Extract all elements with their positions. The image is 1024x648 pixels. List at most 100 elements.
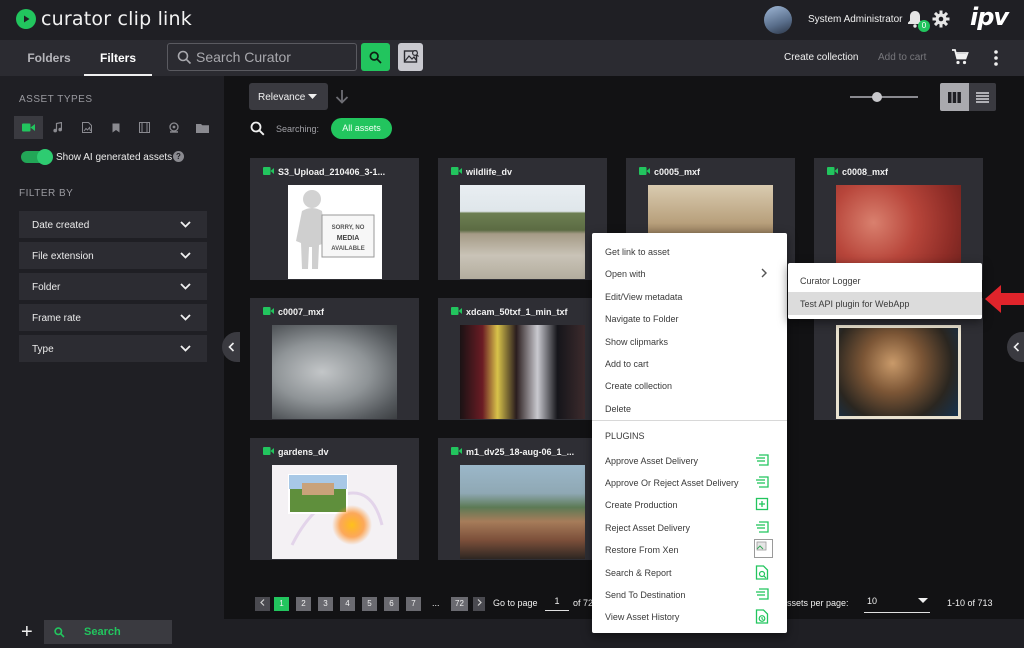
asset-card[interactable]: m1_dv25_18-aug-06_1_... xyxy=(438,438,607,560)
go-to-page-label: Go to page xyxy=(493,598,538,608)
filter-label: File extension xyxy=(32,251,94,262)
plugin-restore-from-xen[interactable]: Restore From Xen xyxy=(605,545,679,555)
filter-frame-rate[interactable]: Frame rate xyxy=(19,304,207,332)
add-to-cart-button[interactable]: Add to cart xyxy=(878,40,926,76)
image-icon[interactable] xyxy=(72,116,101,139)
plugin-approve-asset-delivery[interactable]: Approve Asset Delivery xyxy=(605,456,698,466)
gear-icon[interactable] xyxy=(932,10,950,28)
menu-item-delete[interactable]: Delete xyxy=(605,404,631,414)
video-icon xyxy=(639,167,650,175)
asset-card[interactable]: c0007_mxf xyxy=(250,298,419,420)
sort-label: Relevance xyxy=(258,92,306,103)
filter-date-created[interactable]: Date created xyxy=(19,211,207,239)
sort-direction-icon[interactable] xyxy=(335,89,349,104)
asset-card[interactable]: xdcam_50txf_1_min_txf xyxy=(438,298,607,420)
more-vert-icon[interactable] xyxy=(994,50,998,66)
tab-folders[interactable]: Folders xyxy=(14,40,84,76)
asset-card[interactable]: gardens_dv xyxy=(250,438,419,560)
asset-card[interactable]: wildlife_dv xyxy=(438,158,607,280)
per-page-select[interactable]: 10 xyxy=(864,591,930,613)
video-icon[interactable] xyxy=(14,116,43,139)
audio-icon[interactable] xyxy=(43,116,72,139)
plugin-approve-or-reject-delivery[interactable]: Approve Or Reject Asset Delivery xyxy=(605,478,739,488)
menu-item-get-link[interactable]: Get link to asset xyxy=(605,247,670,257)
filter-folder[interactable]: Folder xyxy=(19,273,207,301)
cart-icon[interactable] xyxy=(951,48,969,66)
open-with-submenu: Curator Logger Test API plugin for WebAp… xyxy=(788,263,982,319)
asset-card[interactable]: c0008_mxf xyxy=(814,158,983,280)
create-collection-button[interactable]: Create collection xyxy=(784,40,858,76)
submenu-item-test-api-plugin[interactable]: Test API plugin for WebApp xyxy=(788,292,982,315)
plugin-view-asset-history[interactable]: View Asset History xyxy=(605,612,679,622)
caret-down-icon xyxy=(308,94,317,99)
submenu-item-curator-logger[interactable]: Curator Logger xyxy=(788,269,982,292)
placeholder-text-line: AVAILABLE xyxy=(331,246,364,252)
page-number-input[interactable]: 1 xyxy=(545,596,569,611)
chevron-down-icon xyxy=(180,283,191,290)
help-icon[interactable]: ? xyxy=(173,151,184,162)
chevron-right-icon xyxy=(761,268,767,278)
menu-item-add-to-cart[interactable]: Add to cart xyxy=(605,359,649,369)
search-scope-chip[interactable]: All assets xyxy=(331,118,392,139)
filter-label: Frame rate xyxy=(32,313,81,324)
add-icon[interactable]: + xyxy=(21,622,33,642)
menu-item-open-with[interactable]: Open with xyxy=(605,269,646,279)
chevron-down-icon xyxy=(180,345,191,352)
filter-file-extension[interactable]: File extension xyxy=(19,242,207,270)
video-icon xyxy=(451,447,462,455)
thumbnail-size-slider[interactable] xyxy=(850,96,918,98)
add-box-icon xyxy=(755,497,769,511)
grid-view-button[interactable] xyxy=(940,83,969,111)
page-button[interactable]: 2 xyxy=(296,597,311,611)
bottom-search-button[interactable]: Search xyxy=(44,620,172,644)
filmstrip-icon[interactable] xyxy=(130,116,159,139)
page-button[interactable]: 1 xyxy=(274,597,289,611)
asset-title: gardens_dv xyxy=(278,447,329,457)
image-search-icon xyxy=(403,49,419,63)
search-input[interactable] xyxy=(196,47,354,67)
asset-thumbnail xyxy=(272,325,397,419)
next-page-button[interactable] xyxy=(473,597,485,611)
plugin-search-report[interactable]: Search & Report xyxy=(605,568,672,578)
prev-page-button[interactable] xyxy=(255,597,270,611)
list-view-icon xyxy=(976,91,989,103)
menu-item-edit-metadata[interactable]: Edit/View metadata xyxy=(605,292,682,302)
avatar[interactable] xyxy=(764,6,792,34)
tab-filters[interactable]: Filters xyxy=(84,40,152,76)
placeholder-text-line: MEDIA xyxy=(337,235,360,242)
video-icon xyxy=(451,167,462,175)
menu-item-create-collection[interactable]: Create collection xyxy=(605,381,672,391)
page-button[interactable]: 72 xyxy=(451,597,468,611)
slider-handle[interactable] xyxy=(872,92,882,102)
search-button[interactable] xyxy=(361,43,390,71)
filter-type[interactable]: Type xyxy=(19,335,207,363)
per-page-value: 10 xyxy=(867,596,878,606)
asset-card[interactable]: S3_Upload_210406_3-1... SORRY, NO MEDIA … xyxy=(250,158,419,280)
asset-title: c0007_mxf xyxy=(278,307,325,317)
sort-dropdown[interactable]: Relevance xyxy=(249,83,328,110)
plugin-reject-asset-delivery[interactable]: Reject Asset Delivery xyxy=(605,523,690,533)
menu-item-navigate-folder[interactable]: Navigate to Folder xyxy=(605,314,679,324)
plugin-create-production[interactable]: Create Production xyxy=(605,500,678,510)
list-view-button[interactable] xyxy=(969,83,996,111)
app-logo[interactable]: curator clip link xyxy=(16,8,192,30)
page-button[interactable]: 5 xyxy=(362,597,377,611)
folder-icon[interactable] xyxy=(188,116,217,139)
page-button[interactable]: 7 xyxy=(406,597,421,611)
filter-label: Type xyxy=(32,344,54,355)
page-total: of 72 xyxy=(573,598,594,608)
chevron-down-icon xyxy=(180,314,191,321)
user-name[interactable]: System Administrator xyxy=(808,14,902,25)
menu-item-show-clipmarks[interactable]: Show clipmarks xyxy=(605,337,668,347)
page-button[interactable]: 4 xyxy=(340,597,355,611)
bookmark-icon[interactable] xyxy=(101,116,130,139)
webcam-icon[interactable] xyxy=(159,116,188,139)
image-search-button[interactable] xyxy=(398,43,423,71)
page-button[interactable]: 3 xyxy=(318,597,333,611)
show-ai-toggle[interactable] xyxy=(21,149,53,165)
filter-label: Folder xyxy=(32,282,61,293)
plugin-send-to-destination[interactable]: Send To Destination xyxy=(605,590,685,600)
top-bar: curator clip link System Administrator 0… xyxy=(0,0,1024,40)
submenu-item-label: Curator Logger xyxy=(800,276,861,286)
page-button[interactable]: 6 xyxy=(384,597,399,611)
